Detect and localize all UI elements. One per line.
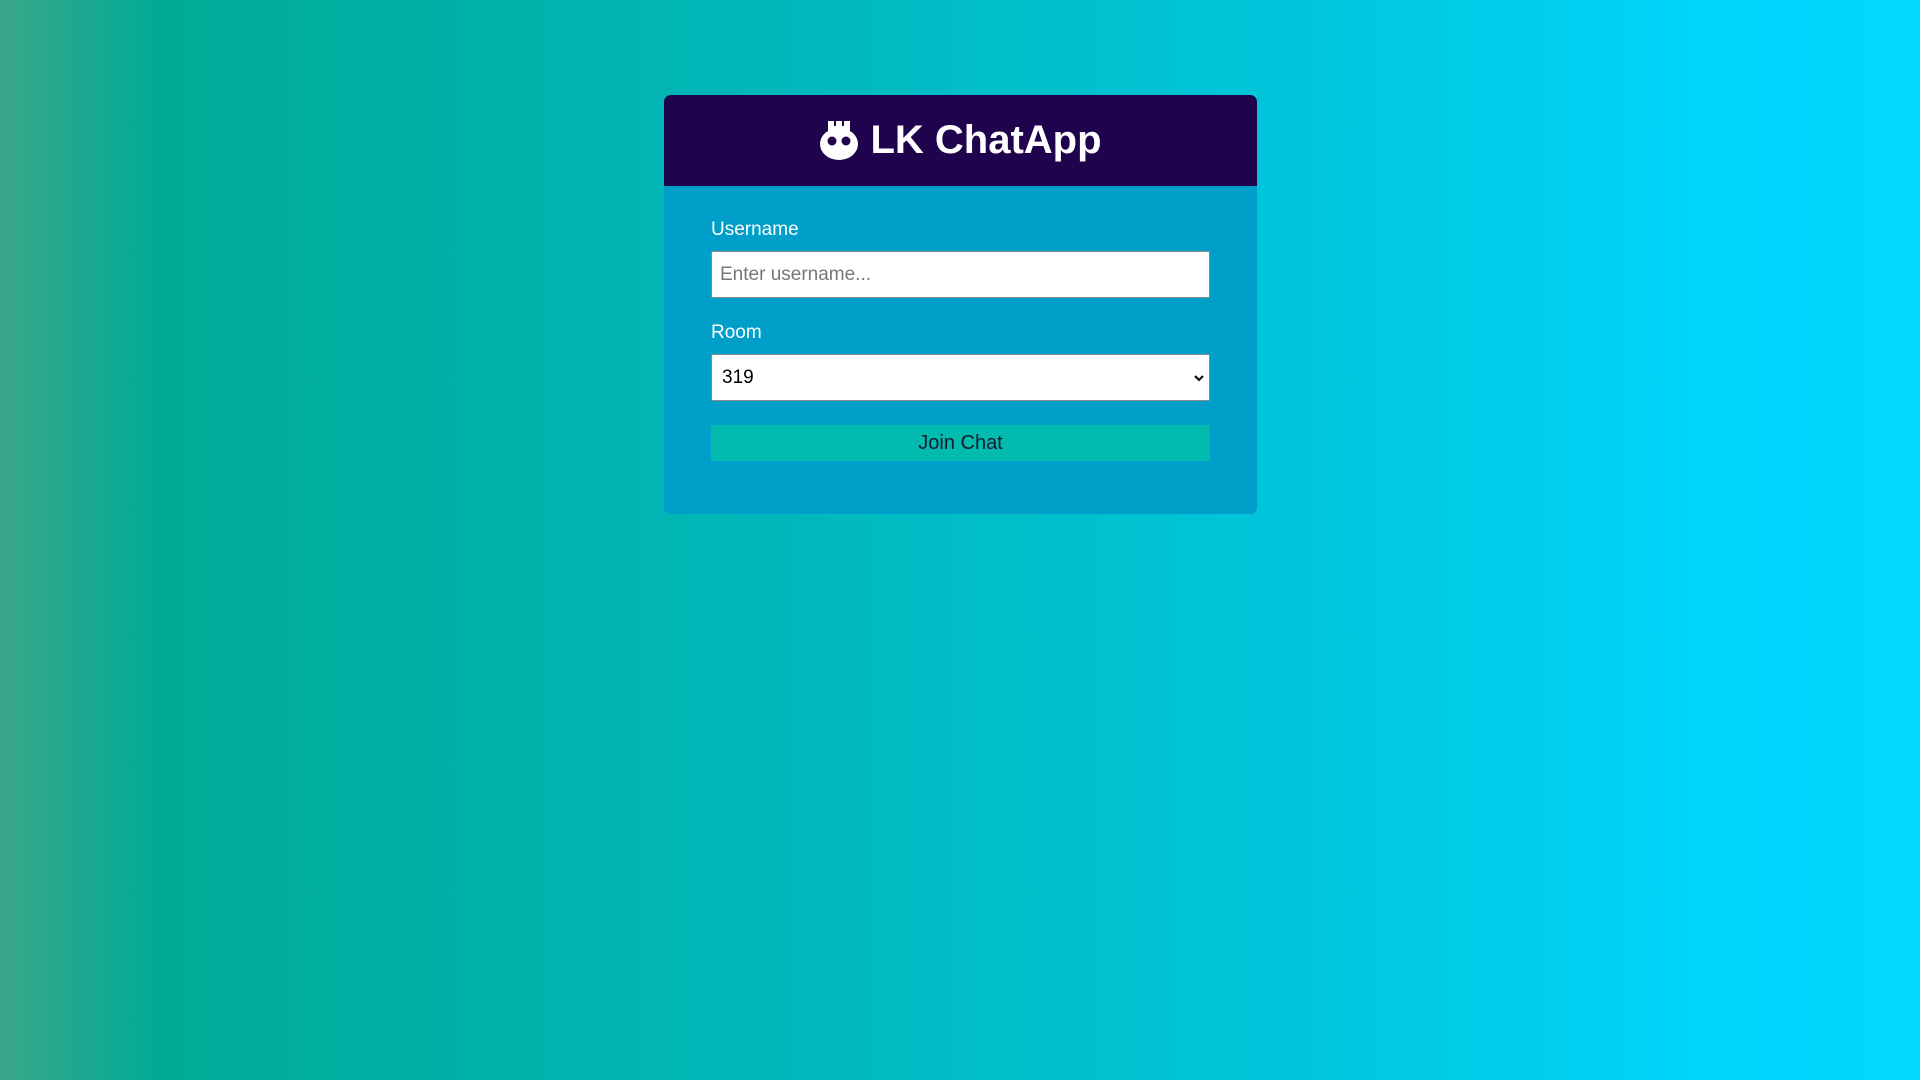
join-chat-card: LK ChatApp Username Room 319 Join Chat	[664, 95, 1257, 514]
room-select[interactable]: 319	[711, 354, 1210, 401]
room-field-group: Room 319	[711, 322, 1210, 401]
app-title-text: LK ChatApp	[870, 118, 1102, 162]
app-title: LK ChatApp	[819, 118, 1102, 163]
room-select-value[interactable]: 319	[711, 354, 1210, 401]
room-label: Room	[711, 322, 762, 343]
join-form: Username Room 319 Join Chat	[664, 186, 1257, 461]
card-header: LK ChatApp	[664, 95, 1257, 186]
username-label: Username	[711, 219, 799, 240]
username-input[interactable]	[711, 251, 1210, 298]
join-chat-button[interactable]: Join Chat	[711, 425, 1210, 461]
username-field-group: Username	[711, 219, 1210, 298]
robot-icon	[819, 120, 859, 161]
chevron-down-icon	[1193, 371, 1205, 383]
